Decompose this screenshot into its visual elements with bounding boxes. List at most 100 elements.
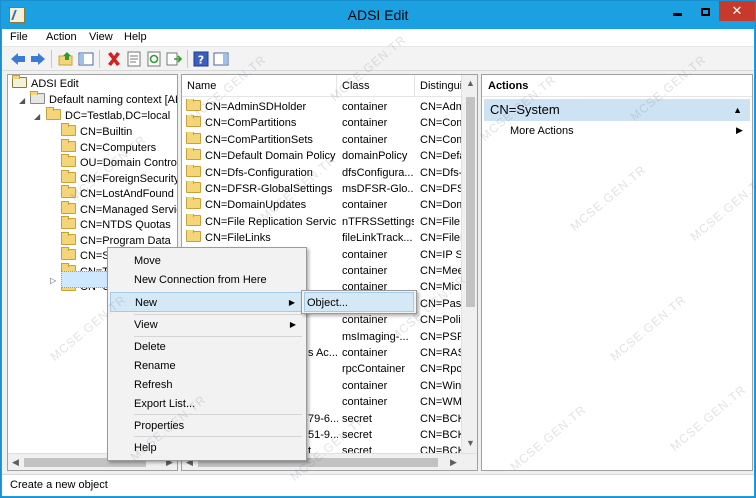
context-menu-new[interactable]: New ▶ xyxy=(110,292,304,312)
tree-item[interactable]: CN=NTDS Quotas xyxy=(61,216,171,233)
more-actions-link[interactable]: More Actions xyxy=(510,125,574,137)
help-icon[interactable]: ? xyxy=(193,51,209,67)
folder-icon xyxy=(61,247,76,260)
new-submenu: Object... xyxy=(301,290,417,314)
expand-arrow-icon[interactable]: ▷ xyxy=(50,276,56,285)
actions-pane: Actions CN=System ▲ More Actions ▶ xyxy=(481,74,753,471)
tree-item[interactable]: CN=LostAndFound xyxy=(61,185,174,202)
list-cell-class: container xyxy=(342,379,388,392)
column-header-dn[interactable]: Distinguis xyxy=(415,75,468,97)
close-icon: ✕ xyxy=(731,3,743,18)
tree-item[interactable]: CN=Managed Service xyxy=(61,200,178,218)
column-header-name[interactable]: Name xyxy=(182,75,337,97)
list-cell-dn: CN=DFSR xyxy=(420,183,462,195)
list-cell-name: CN=DomainUpdates xyxy=(186,197,336,213)
scroll-right-icon[interactable]: ▶ xyxy=(450,457,457,468)
tree-item[interactable]: CN=Builtin xyxy=(61,123,132,140)
tree-root[interactable]: ADSI Edit xyxy=(12,75,79,92)
list-row[interactable]: CN=ComPartitionSets container CN=Com xyxy=(182,131,462,148)
actions-selected-object[interactable]: CN=System ▲ xyxy=(484,99,750,121)
show-hide-action-pane-icon[interactable] xyxy=(213,51,229,67)
tree-item[interactable]: OU=Domain Control xyxy=(61,154,177,171)
list-cell-dn: CN=FileL xyxy=(420,232,462,245)
back-icon[interactable] xyxy=(10,51,26,67)
list-cell-name: CN=Default Domain Policy xyxy=(186,148,336,164)
folder-icon xyxy=(61,138,76,152)
context-menu-properties[interactable]: Properties xyxy=(110,416,304,436)
menu-action[interactable]: Action xyxy=(46,31,77,43)
folder-icon xyxy=(186,164,201,177)
tree-item-label: CN=Managed Service xyxy=(80,203,178,216)
export-list-icon[interactable] xyxy=(166,51,182,67)
menu-bar: File Action View Help xyxy=(2,29,754,47)
scroll-thumb[interactable] xyxy=(466,97,475,307)
context-menu-move[interactable]: Move xyxy=(110,251,304,271)
folder-icon xyxy=(186,115,201,128)
list-row[interactable]: CN=DomainUpdates container CN=Dom xyxy=(182,197,462,213)
list-row[interactable]: CN=ComPartitions container CN=Com xyxy=(182,115,462,131)
list-cell-name-text: 79-6... xyxy=(308,412,338,425)
forward-icon[interactable] xyxy=(30,51,46,67)
list-cell-dn: CN=Wins xyxy=(420,379,462,392)
folder-icon xyxy=(186,148,201,161)
list-cell-name-text: CN=AdminSDHolder xyxy=(205,101,307,113)
title-bar[interactable]: ADSI Edit ✕ xyxy=(1,1,755,29)
list-vertical-scrollbar[interactable]: ▲ ▼ xyxy=(461,75,477,453)
folder-icon xyxy=(186,181,201,193)
minimize-button[interactable] xyxy=(663,1,691,21)
context-menu-delete[interactable]: Delete xyxy=(110,337,304,357)
submenu-object[interactable]: Object... xyxy=(304,292,414,312)
list-row[interactable]: CN=AdminSDHolder container CN=Adm xyxy=(182,99,462,115)
scroll-left-icon[interactable]: ◀ xyxy=(12,457,19,468)
list-cell-class: secret xyxy=(342,412,372,425)
maximize-button[interactable] xyxy=(691,1,719,21)
list-cell-name-text: 51-9... xyxy=(308,429,338,441)
tree-item-label: CN=NTDS Quotas xyxy=(80,219,171,231)
menu-file[interactable]: File xyxy=(10,31,28,43)
context-menu-refresh[interactable]: Refresh xyxy=(110,375,304,395)
list-cell-name-text: CN=Default Domain Policy xyxy=(205,150,336,163)
tree-item-default-naming-context[interactable]: Default naming context [AKI xyxy=(30,91,177,108)
collapse-arrow-icon[interactable]: ◢ xyxy=(19,96,25,105)
context-menu-help[interactable]: Help xyxy=(110,438,304,458)
list-cell-dn: CN=RpcS xyxy=(420,363,462,376)
context-menu-rename[interactable]: Rename xyxy=(110,356,304,376)
list-row[interactable]: CN=File Replication Service nTFRSSettings… xyxy=(182,213,462,230)
menu-help[interactable]: Help xyxy=(124,31,147,43)
list-cell-class: container xyxy=(342,396,388,409)
column-header-class[interactable]: Class xyxy=(337,75,415,97)
properties-icon[interactable] xyxy=(126,51,142,67)
list-row[interactable]: CN=Dfs-Configuration dfsConfigura... CN=Df… xyxy=(182,164,462,181)
list-row[interactable]: CN=FileLinks fileLinkTrack... CN=FileL xyxy=(182,230,462,246)
tree-item[interactable]: CN=ForeignSecurityP xyxy=(61,169,177,187)
tree-item-domain[interactable]: DC=Testlab,DC=local xyxy=(46,107,170,124)
list-cell-class: secret xyxy=(342,429,372,441)
context-menu-new-connection[interactable]: New Connection from Here xyxy=(110,270,304,290)
list-cell-name-text: CN=ComPartitionSets xyxy=(205,133,313,146)
list-cell-name-text: CN=DomainUpdates xyxy=(205,199,307,212)
list-row[interactable]: CN=DFSR-GlobalSettings msDFSR-Glo... CN=DF… xyxy=(182,181,462,197)
list-cell-class: container xyxy=(342,347,388,359)
folder-icon xyxy=(186,230,201,243)
up-folder-icon[interactable] xyxy=(58,51,74,67)
delete-icon[interactable] xyxy=(106,51,122,67)
list-cell-dn: CN=RAS xyxy=(420,347,462,359)
list-row[interactable]: CN=Default Domain Policy domainPolicy CN=D… xyxy=(182,148,462,164)
scroll-down-icon[interactable]: ▼ xyxy=(466,438,475,448)
collapse-arrow-icon[interactable]: ◢ xyxy=(34,112,40,121)
context-menu: Move New Connection from Here New ▶ View… xyxy=(107,247,307,461)
scroll-up-icon[interactable]: ▲ xyxy=(466,78,475,88)
close-button[interactable]: ✕ xyxy=(719,1,755,21)
folder-icon xyxy=(186,197,201,210)
list-cell-class: msImaging-... xyxy=(342,330,409,343)
submenu-arrow-icon[interactable]: ▶ xyxy=(736,125,743,136)
list-cell-class: container xyxy=(342,117,388,130)
tree-item[interactable]: CN=Computers xyxy=(61,138,156,156)
refresh-icon[interactable] xyxy=(146,51,162,67)
menu-view[interactable]: View xyxy=(89,31,113,43)
show-hide-tree-icon[interactable] xyxy=(78,51,94,67)
context-menu-export-list[interactable]: Export List... xyxy=(110,394,304,414)
collapse-up-icon[interactable]: ▲ xyxy=(733,99,742,121)
list-cell-name: CN=File Replication Service xyxy=(186,213,336,230)
context-menu-view[interactable]: View ▶ xyxy=(110,315,304,335)
